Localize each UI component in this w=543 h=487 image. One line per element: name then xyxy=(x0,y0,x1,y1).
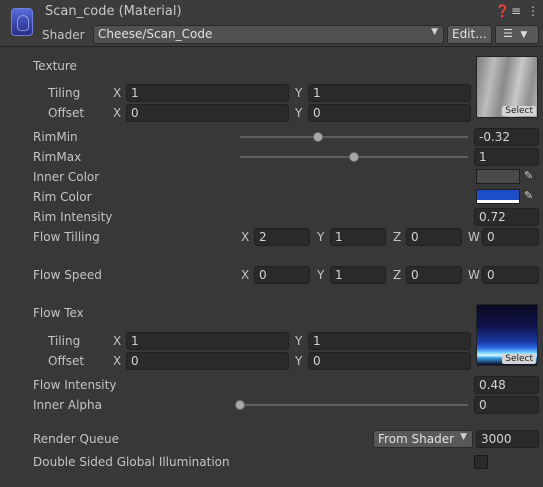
shader-dropdown[interactable]: Cheese/Scan_Code ▼ xyxy=(93,25,444,44)
axis-y-label: Y xyxy=(295,106,303,120)
inner-color-swatch[interactable] xyxy=(476,169,520,184)
axis-x-label: X xyxy=(113,86,122,100)
flow-intensity-field[interactable]: 0.48 xyxy=(474,376,539,394)
flow-speed-y-field[interactable]: 1 xyxy=(330,266,386,284)
axis-z-label: Z xyxy=(393,268,402,282)
header-icons: ❓ ≡ ⋮ xyxy=(495,4,539,18)
flow-tex-tiling-label: Tiling xyxy=(48,334,81,348)
flow-tex-offset-label: Offset xyxy=(48,354,85,368)
rim-max-label: RimMax xyxy=(33,150,82,164)
edit-shader-button[interactable]: Edit... xyxy=(447,25,492,44)
texture-label: Texture xyxy=(33,59,77,73)
render-queue-label: Render Queue xyxy=(33,432,119,446)
eyedropper-icon[interactable]: ✎ xyxy=(524,189,536,203)
chevron-down-icon: ▼ xyxy=(431,27,438,37)
chevron-down-icon: ▼ xyxy=(460,432,467,442)
axis-y-label: Y xyxy=(295,86,303,100)
flow-speed-z-field[interactable]: 0 xyxy=(406,266,462,284)
rim-max-field[interactable]: 1 xyxy=(474,148,539,166)
list-menu-icon: ☰ xyxy=(503,27,513,40)
flow-tex-tiling-y-field[interactable]: 1 xyxy=(308,332,471,350)
axis-x-label: X xyxy=(113,334,122,348)
flow-tex-thumbnail[interactable]: Select xyxy=(476,304,538,366)
shader-menu-button[interactable]: ☰ ▼ xyxy=(495,25,539,44)
axis-y-label: Y xyxy=(295,334,303,348)
flow-tex-offset-x-field[interactable]: 0 xyxy=(126,352,289,370)
axis-y-label: Y xyxy=(317,230,325,244)
render-queue-field[interactable]: 3000 xyxy=(476,430,539,448)
inner-alpha-slider-thumb[interactable] xyxy=(235,400,245,410)
rim-min-slider-track[interactable] xyxy=(240,136,468,138)
render-queue-mode: From Shader xyxy=(378,432,455,446)
axis-x-label: X xyxy=(113,106,122,120)
rim-color-label: Rim Color xyxy=(33,190,92,204)
chevron-down-icon: ▼ xyxy=(520,30,528,40)
rim-min-slider-thumb[interactable] xyxy=(312,132,323,142)
help-icon[interactable]: ❓ xyxy=(495,4,510,18)
axis-z-label: Z xyxy=(393,230,402,244)
material-title: Scan_code (Material) xyxy=(45,4,182,19)
axis-y-label: Y xyxy=(317,268,325,282)
axis-y-label: Y xyxy=(295,354,303,368)
rim-max-slider-thumb[interactable] xyxy=(349,152,359,162)
texture-offset-label: Offset xyxy=(48,106,85,120)
flow-intensity-label: Flow Intensity xyxy=(33,378,117,392)
eyedropper-icon[interactable]: ✎ xyxy=(524,169,536,183)
flow-tilling-x-field[interactable]: 2 xyxy=(254,228,310,246)
settings-sliders-icon[interactable]: ≡ xyxy=(511,4,521,18)
flow-tilling-z-field[interactable]: 0 xyxy=(406,228,462,246)
more-options-icon[interactable]: ⋮ xyxy=(527,4,539,18)
flow-speed-w-field[interactable]: 0 xyxy=(482,266,539,284)
axis-x-label: X xyxy=(113,354,122,368)
texture-tiling-label: Tiling xyxy=(48,86,81,100)
flow-tex-tiling-x-field[interactable]: 1 xyxy=(126,332,289,350)
flow-tilling-label: Flow Tilling xyxy=(33,230,100,244)
shader-dropdown-value: Cheese/Scan_Code xyxy=(98,27,213,41)
texture-offset-y-field[interactable]: 0 xyxy=(308,104,471,122)
flow-speed-x-field[interactable]: 0 xyxy=(254,266,310,284)
flow-tex-select-button[interactable]: Select xyxy=(502,354,536,364)
texture-thumbnail[interactable]: Select xyxy=(476,56,538,118)
flow-tex-offset-y-field[interactable]: 0 xyxy=(308,352,471,370)
double-sided-gi-label: Double Sided Global Illumination xyxy=(33,455,230,469)
flow-tilling-w-field[interactable]: 0 xyxy=(482,228,539,246)
texture-tiling-y-field[interactable]: 1 xyxy=(308,84,471,102)
rim-min-field[interactable]: -0.32 xyxy=(474,128,539,146)
double-sided-gi-checkbox[interactable] xyxy=(474,455,488,469)
material-header: Scan_code (Material) ❓ ≡ ⋮ Shader Cheese… xyxy=(0,0,543,47)
inner-alpha-label: Inner Alpha xyxy=(33,398,102,412)
axis-w-label: W xyxy=(468,268,480,282)
material-icon xyxy=(11,8,33,36)
flow-tilling-y-field[interactable]: 1 xyxy=(330,228,386,246)
render-queue-dropdown[interactable]: From Shader ▼ xyxy=(373,430,473,448)
rim-intensity-label: Rim Intensity xyxy=(33,210,113,224)
rim-intensity-field[interactable]: 0.72 xyxy=(474,208,539,226)
texture-offset-x-field[interactable]: 0 xyxy=(126,104,289,122)
axis-x-label: X xyxy=(241,268,250,282)
axis-x-label: X xyxy=(241,230,250,244)
inner-alpha-field[interactable]: 0 xyxy=(474,396,539,414)
rim-color-swatch[interactable] xyxy=(476,189,520,204)
texture-select-button[interactable]: Select xyxy=(502,106,536,116)
inner-alpha-slider-track[interactable] xyxy=(240,404,468,406)
shader-label: Shader xyxy=(42,28,85,42)
rim-min-label: RimMin xyxy=(33,130,78,144)
texture-tiling-x-field[interactable]: 1 xyxy=(126,84,289,102)
inner-color-label: Inner Color xyxy=(33,170,100,184)
flow-speed-label: Flow Speed xyxy=(33,268,102,282)
flow-tex-label: Flow Tex xyxy=(33,306,84,320)
axis-w-label: W xyxy=(468,230,480,244)
